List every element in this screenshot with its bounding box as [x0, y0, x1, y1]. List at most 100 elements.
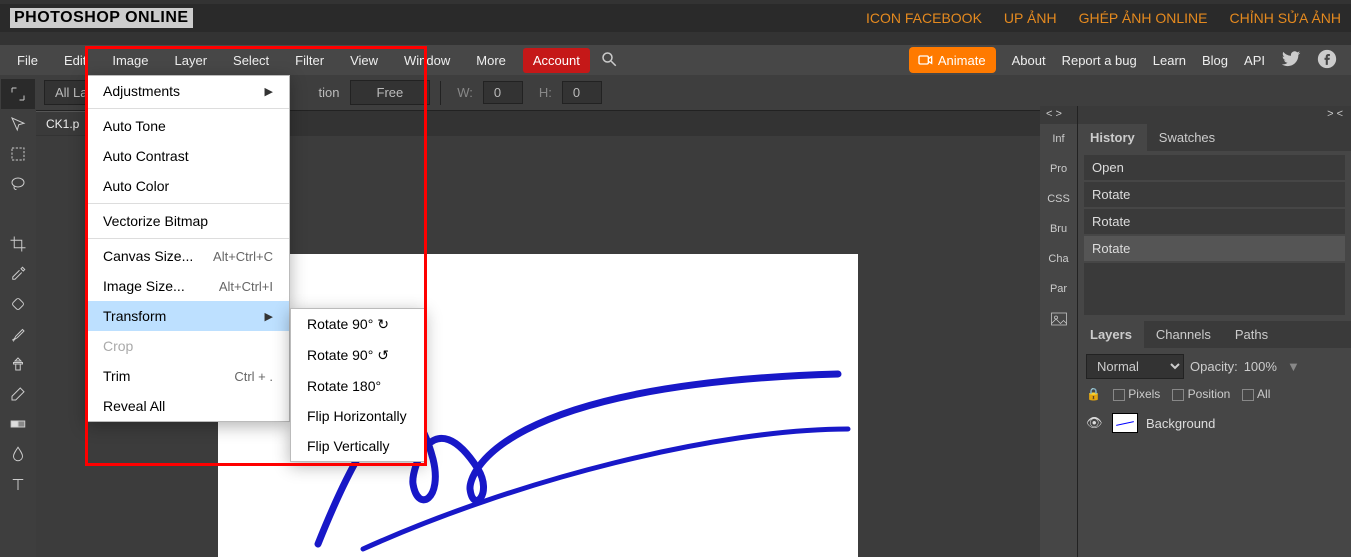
- tab-layers[interactable]: Layers: [1078, 321, 1144, 348]
- document-tab[interactable]: CK1.p: [36, 111, 89, 135]
- history-empty: [1084, 263, 1345, 315]
- menu-account[interactable]: Account: [523, 48, 590, 73]
- menu-trim[interactable]: TrimCtrl + .: [87, 361, 289, 391]
- menu-auto-contrast[interactable]: Auto Contrast: [87, 141, 289, 171]
- transform-submenu: Rotate 90° ↻ Rotate 90° ↺ Rotate 180° Fl…: [290, 308, 425, 462]
- search-icon[interactable]: [600, 50, 618, 71]
- history-item[interactable]: Rotate: [1084, 209, 1345, 234]
- menu-window[interactable]: Window: [391, 47, 463, 74]
- menu-transform[interactable]: Transform▶: [87, 301, 289, 331]
- chevron-right-icon: ▶: [265, 310, 273, 323]
- tool-crop-expand[interactable]: [1, 79, 35, 109]
- menu-file[interactable]: File: [4, 47, 51, 74]
- menu-more[interactable]: More: [463, 47, 519, 74]
- menu-auto-color[interactable]: Auto Color: [87, 171, 289, 201]
- h-label: H:: [539, 85, 552, 100]
- tool-clone[interactable]: [1, 349, 35, 379]
- menu-select[interactable]: Select: [220, 47, 282, 74]
- link-up-anh[interactable]: UP ẢNH: [1004, 10, 1057, 26]
- mini-brush[interactable]: Bru: [1040, 214, 1077, 244]
- link-ghep-anh[interactable]: GHÉP ẢNH ONLINE: [1079, 10, 1208, 26]
- mini-info[interactable]: Inf: [1040, 124, 1077, 154]
- menu-canvas-size[interactable]: Canvas Size...Alt+Ctrl+C: [87, 241, 289, 271]
- menu-reveal-all[interactable]: Reveal All: [87, 391, 289, 421]
- lock-position-label: Position: [1188, 387, 1231, 401]
- tool-quick-select[interactable]: [1, 199, 35, 229]
- mini-paragraph[interactable]: Par: [1040, 274, 1077, 304]
- layer-row[interactable]: 👁 Background: [1078, 409, 1351, 437]
- facebook-icon[interactable]: [1317, 49, 1337, 72]
- h-value[interactable]: 0: [562, 81, 602, 104]
- panel-nav-left[interactable]: < >: [1046, 108, 1062, 122]
- menu-adjustments[interactable]: Adjustments▶: [87, 76, 289, 106]
- free-select[interactable]: Free: [350, 80, 431, 105]
- tab-swatches[interactable]: Swatches: [1147, 124, 1227, 151]
- tool-healing[interactable]: [1, 289, 35, 319]
- menu-image[interactable]: Image: [99, 47, 161, 74]
- lock-icon[interactable]: 🔒: [1086, 387, 1101, 401]
- twitter-icon[interactable]: [1281, 49, 1301, 72]
- image-menu-dropdown: Adjustments▶ Auto Tone Auto Contrast Aut…: [86, 75, 290, 422]
- tab-channels[interactable]: Channels: [1144, 321, 1223, 348]
- link-icon-facebook[interactable]: ICON FACEBOOK: [866, 10, 982, 26]
- lock-all-label: All: [1257, 387, 1270, 401]
- brand-label: PHOTOSHOP ONLINE: [10, 8, 193, 28]
- w-label: W:: [457, 85, 473, 100]
- blend-mode-select[interactable]: Normal: [1086, 354, 1184, 379]
- menu-edit[interactable]: Edit: [51, 47, 99, 74]
- layer-thumbnail[interactable]: [1112, 413, 1138, 433]
- menu-rotate-90-ccw[interactable]: Rotate 90° ↺: [291, 340, 424, 371]
- tool-brush[interactable]: [1, 319, 35, 349]
- lock-pixels-checkbox[interactable]: [1113, 389, 1125, 401]
- opacity-dropdown-icon[interactable]: ▼: [1287, 359, 1300, 374]
- tool-crop[interactable]: [1, 229, 35, 259]
- menu-view[interactable]: View: [337, 47, 391, 74]
- w-value[interactable]: 0: [483, 81, 523, 104]
- lock-pixels-label: Pixels: [1128, 387, 1160, 401]
- menu-vectorize[interactable]: Vectorize Bitmap: [87, 206, 289, 236]
- tool-eraser[interactable]: [1, 379, 35, 409]
- tool-eyedropper[interactable]: [1, 259, 35, 289]
- link-api[interactable]: API: [1244, 53, 1265, 68]
- tool-type[interactable]: [1, 469, 35, 499]
- menu-filter[interactable]: Filter: [282, 47, 337, 74]
- tool-move[interactable]: [1, 109, 35, 139]
- mini-properties[interactable]: Pro: [1040, 154, 1077, 184]
- menu-image-size[interactable]: Image Size...Alt+Ctrl+I: [87, 271, 289, 301]
- menu-layer[interactable]: Layer: [162, 47, 221, 74]
- position-partial: tion: [319, 85, 340, 100]
- link-chinh-sua[interactable]: CHỈNH SỬA ẢNH: [1229, 10, 1341, 26]
- layer-name: Background: [1146, 416, 1215, 431]
- mini-image-icon[interactable]: [1040, 304, 1077, 334]
- tab-paths[interactable]: Paths: [1223, 321, 1280, 348]
- animate-button[interactable]: Animate: [909, 47, 996, 73]
- chevron-right-icon: ▶: [265, 85, 273, 98]
- lock-position-checkbox[interactable]: [1172, 389, 1184, 401]
- mini-css[interactable]: CSS: [1040, 184, 1077, 214]
- mini-character[interactable]: Cha: [1040, 244, 1077, 274]
- tool-lasso[interactable]: [1, 169, 35, 199]
- menu-crop: Crop: [87, 331, 289, 361]
- menu-flip-h[interactable]: Flip Horizontally: [291, 401, 424, 431]
- lock-all-checkbox[interactable]: [1242, 389, 1254, 401]
- menu-auto-tone[interactable]: Auto Tone: [87, 111, 289, 141]
- tool-blur[interactable]: [1, 439, 35, 469]
- tab-history[interactable]: History: [1078, 124, 1147, 151]
- menu-rotate-180[interactable]: Rotate 180°: [291, 371, 424, 401]
- history-item[interactable]: Rotate: [1084, 182, 1345, 207]
- history-item[interactable]: Rotate: [1084, 236, 1345, 261]
- menu-rotate-90-cw[interactable]: Rotate 90° ↻: [291, 309, 424, 340]
- link-about[interactable]: About: [1012, 53, 1046, 68]
- tool-gradient[interactable]: [1, 409, 35, 439]
- link-learn[interactable]: Learn: [1153, 53, 1186, 68]
- opacity-value[interactable]: 100%: [1244, 359, 1277, 374]
- tool-marquee[interactable]: [1, 139, 35, 169]
- opacity-label: Opacity:: [1190, 359, 1238, 374]
- menu-flip-v[interactable]: Flip Vertically: [291, 431, 424, 461]
- link-blog[interactable]: Blog: [1202, 53, 1228, 68]
- panel-nav-right[interactable]: > <: [1327, 108, 1343, 122]
- animate-label: Animate: [938, 53, 986, 68]
- history-item[interactable]: Open: [1084, 155, 1345, 180]
- link-report[interactable]: Report a bug: [1062, 53, 1137, 68]
- visibility-icon[interactable]: 👁: [1086, 415, 1104, 431]
